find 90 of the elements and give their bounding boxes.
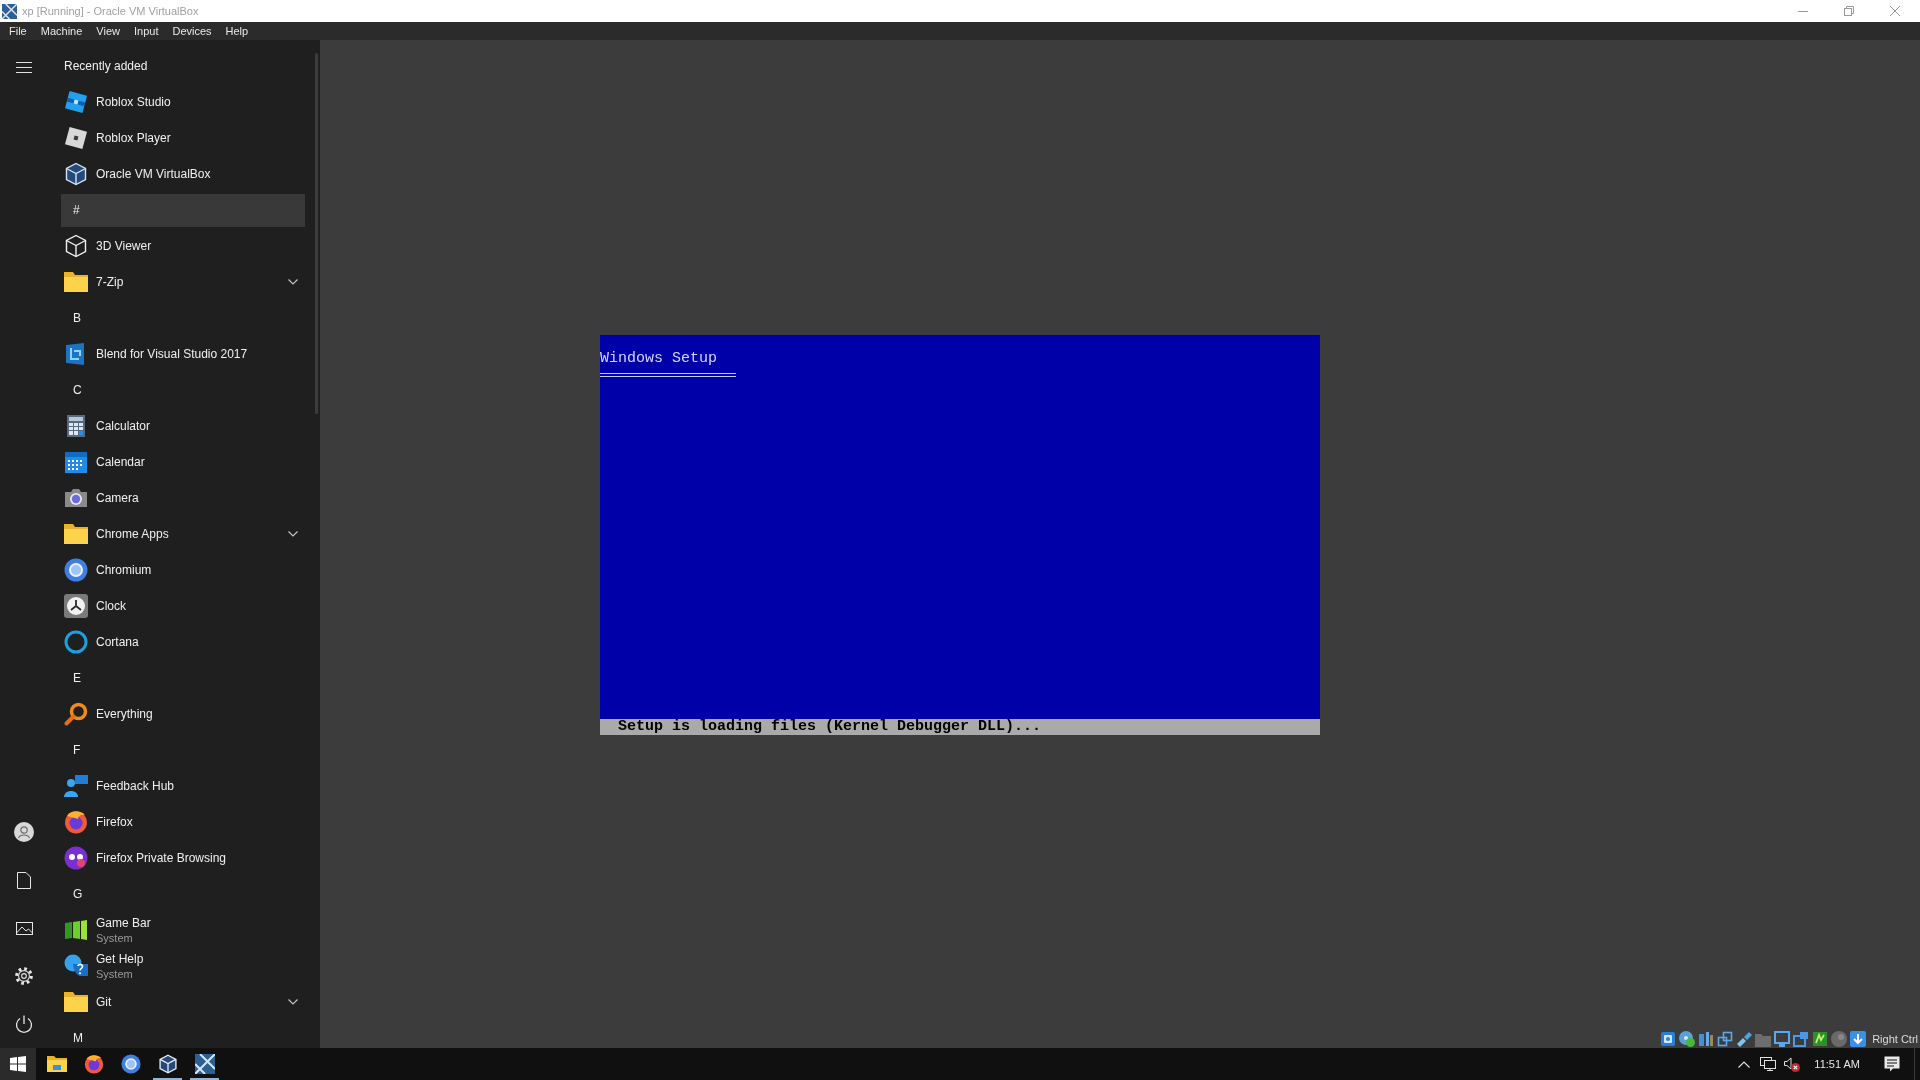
mask-icon bbox=[64, 846, 88, 870]
cube-outline-icon bbox=[64, 234, 88, 258]
letter-header[interactable]: M bbox=[61, 1021, 305, 1048]
folder-icon bbox=[64, 524, 88, 544]
camera-icon bbox=[64, 486, 88, 510]
app-list-item[interactable]: Git bbox=[61, 984, 305, 1020]
user-avatar-icon[interactable] bbox=[14, 822, 34, 842]
letter-header[interactable]: G bbox=[61, 877, 305, 911]
screen-capture-icon[interactable] bbox=[1793, 1031, 1810, 1047]
letter-header[interactable]: # bbox=[61, 193, 305, 227]
minimize-icon[interactable] bbox=[1798, 10, 1808, 12]
network-monitor-icon[interactable] bbox=[1760, 1057, 1777, 1071]
chevron-icon[interactable] bbox=[288, 279, 298, 285]
help-bubble-icon bbox=[64, 954, 88, 978]
app-list-item[interactable]: Firefox bbox=[61, 804, 305, 840]
folder-icon bbox=[64, 992, 88, 1012]
down-arrow-tile-icon[interactable] bbox=[1850, 1031, 1867, 1047]
chevron-up-icon[interactable] bbox=[1738, 1060, 1751, 1068]
app-list-item[interactable]: Get Help System bbox=[61, 948, 305, 984]
menu-item[interactable]: Help bbox=[218, 22, 256, 40]
menu-item[interactable]: View bbox=[89, 22, 127, 40]
letter-header[interactable]: E bbox=[61, 661, 305, 695]
window-title: xp [Running] - Oracle VM VirtualBox bbox=[22, 3, 199, 19]
app-list-item[interactable]: Oracle VM VirtualBox bbox=[61, 156, 305, 192]
app-list-item[interactable]: 3D Viewer bbox=[61, 228, 305, 264]
menu-icon[interactable] bbox=[16, 61, 32, 73]
clock-icon bbox=[64, 594, 88, 618]
app-list-item[interactable]: Roblox Player bbox=[61, 120, 305, 156]
striped-tile-icon bbox=[64, 90, 88, 114]
optical-disc-icon[interactable] bbox=[1679, 1031, 1696, 1047]
flame-globe-icon bbox=[64, 810, 88, 834]
calendar-icon bbox=[64, 450, 88, 474]
round-logo-icon[interactable] bbox=[120, 1054, 141, 1074]
folder-icon[interactable] bbox=[46, 1056, 67, 1072]
letter-header[interactable]: B bbox=[61, 301, 305, 335]
app-list-item[interactable]: Calculator bbox=[61, 408, 305, 444]
chevron-icon[interactable] bbox=[288, 999, 298, 1005]
letter-header[interactable]: C bbox=[61, 373, 305, 407]
folder-icon bbox=[64, 272, 88, 292]
menu-item[interactable]: Devices bbox=[165, 22, 219, 40]
restore-icon[interactable] bbox=[1844, 6, 1854, 16]
hard-drive-icon[interactable] bbox=[1660, 1031, 1677, 1047]
clock[interactable]: 11:51 AM bbox=[1804, 1055, 1870, 1073]
speaker-icon[interactable] bbox=[1698, 1031, 1715, 1047]
window-panes-icon bbox=[10, 1056, 26, 1072]
cube-icon bbox=[64, 162, 88, 186]
app-icon bbox=[2, 3, 17, 19]
start-button[interactable] bbox=[0, 1048, 36, 1080]
app-list-item[interactable]: Blend for Visual Studio 2017 bbox=[61, 336, 305, 372]
calculator-icon bbox=[64, 414, 88, 438]
app-list-item[interactable]: Firefox Private Browsing bbox=[61, 840, 305, 876]
picture-icon[interactable] bbox=[15, 921, 33, 935]
app-list-item[interactable]: Clock bbox=[61, 588, 305, 624]
power-icon[interactable] bbox=[15, 1015, 33, 1033]
cube-icon[interactable] bbox=[157, 1054, 178, 1074]
menu-item[interactable]: Machine bbox=[33, 22, 90, 40]
setup-heading: Windows Setup bbox=[600, 351, 718, 367]
app-list-item[interactable]: Chromium bbox=[61, 552, 305, 588]
ring-icon bbox=[64, 630, 88, 654]
app-list-item[interactable]: Camera bbox=[61, 480, 305, 516]
round-logo-icon bbox=[64, 558, 88, 582]
flame-globe-icon[interactable] bbox=[83, 1054, 104, 1074]
document-icon[interactable] bbox=[17, 871, 31, 889]
menu-item[interactable]: Input bbox=[126, 22, 166, 40]
app-list-item[interactable]: Roblox Studio bbox=[61, 84, 305, 120]
app-list-item[interactable]: 7-Zip bbox=[61, 264, 305, 300]
letter-header[interactable]: F bbox=[61, 733, 305, 767]
person-speech-icon bbox=[64, 774, 88, 798]
app-list-item[interactable]: Everything bbox=[61, 696, 305, 732]
host-key-label: Right Ctrl bbox=[1872, 1031, 1918, 1047]
notification-icon[interactable] bbox=[1884, 1056, 1900, 1072]
monitor-icon[interactable] bbox=[1774, 1031, 1791, 1047]
chevron-icon[interactable] bbox=[288, 531, 298, 537]
network-windows-icon[interactable] bbox=[1717, 1031, 1734, 1047]
setup-status-text: Setup is loading files (Kernel Debugger DLL)... bbox=[618, 719, 1042, 735]
magnifier-icon bbox=[64, 702, 88, 726]
chip-icon[interactable] bbox=[1812, 1031, 1829, 1047]
app-list-item[interactable]: Chrome Apps bbox=[61, 516, 305, 552]
volume-muted-icon[interactable] bbox=[1784, 1056, 1801, 1072]
close-icon[interactable] bbox=[1890, 6, 1900, 16]
section-title: Recently added bbox=[64, 58, 148, 75]
app-list-item[interactable]: Cortana bbox=[61, 624, 305, 660]
usb-plug-icon[interactable] bbox=[1736, 1031, 1753, 1047]
app-list-item[interactable]: Game Bar System bbox=[61, 912, 305, 948]
settings-icon[interactable] bbox=[15, 967, 33, 985]
menu-item[interactable]: File bbox=[2, 22, 34, 40]
app-list-item[interactable]: Feedback Hub bbox=[61, 768, 305, 804]
app-window-icon[interactable] bbox=[194, 1054, 215, 1074]
slanted-cards-icon bbox=[64, 918, 88, 942]
app-list-item[interactable]: Calendar bbox=[61, 444, 305, 480]
